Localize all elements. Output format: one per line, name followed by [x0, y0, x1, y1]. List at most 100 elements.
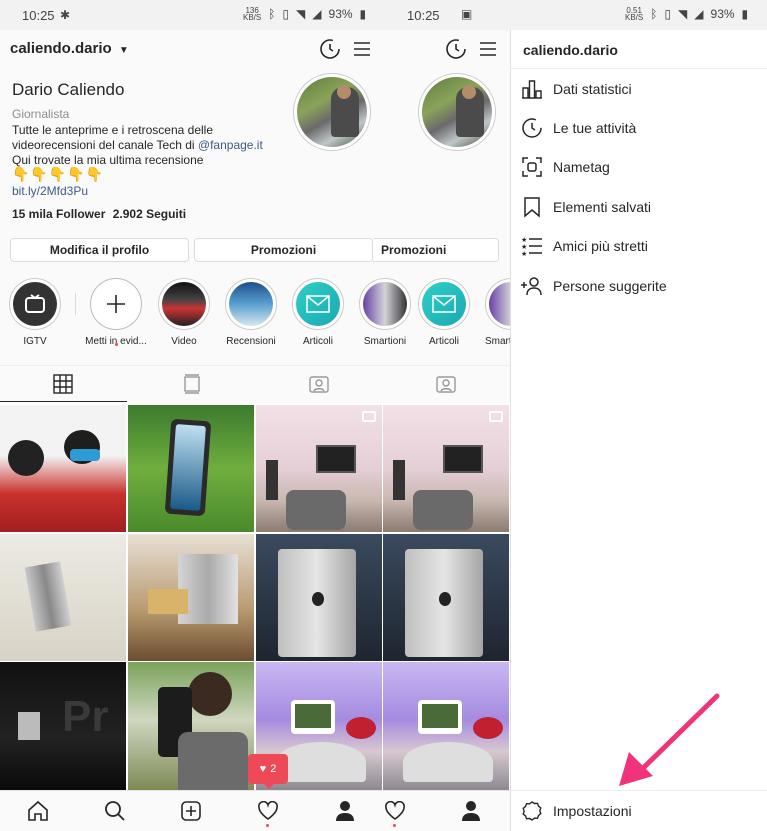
- highlight-video[interactable]: Video: [158, 278, 210, 347]
- bluetooth-icon: ᛒ: [268, 7, 276, 21]
- highlight-igtv[interactable]: IGTV: [9, 278, 61, 347]
- menu-item-saved[interactable]: Elementi salvati: [511, 188, 767, 226]
- highlight-label: Recensioni: [226, 336, 276, 347]
- search-icon[interactable]: [103, 800, 127, 822]
- drawer-title: caliendo.dario: [523, 42, 618, 58]
- profile-name: Dario Caliendo: [12, 80, 125, 99]
- highlight-label: IGTV: [23, 336, 47, 347]
- highlight-smartioni[interactable]: Smartioni: [359, 278, 411, 347]
- highlight-articoli[interactable]: Articoli: [418, 278, 470, 347]
- profile-category: Giornalista: [12, 107, 70, 121]
- battery-icon: ▮: [359, 7, 367, 21]
- divider: [511, 68, 767, 69]
- menu-item-label: Nametag: [553, 159, 610, 175]
- highlight-new[interactable]: Metti in evid...: [85, 278, 147, 347]
- menu-item-nametag[interactable]: Nametag: [511, 148, 767, 186]
- highlight-label: Articoli: [428, 336, 459, 347]
- post-thumbnail[interactable]: [383, 662, 509, 790]
- activity-notification[interactable]: ♥ 2: [248, 754, 288, 789]
- menu-icon[interactable]: [476, 37, 500, 61]
- gear-icon: [511, 800, 553, 822]
- menu-item-insights[interactable]: Dati statistici: [511, 70, 767, 108]
- profile-icon[interactable]: [333, 800, 357, 822]
- network-speed: 136 KB/S: [243, 6, 262, 22]
- divider: [511, 790, 767, 791]
- bar-chart-icon: [511, 79, 553, 99]
- tagged-icon[interactable]: [308, 374, 330, 394]
- new-post-icon[interactable]: [179, 800, 203, 822]
- highlight-label: Video: [171, 336, 197, 347]
- post-thumbnail[interactable]: [0, 534, 126, 661]
- mail-icon: [306, 295, 330, 313]
- menu-item-label: Impostazioni: [553, 803, 632, 819]
- divider: [75, 293, 76, 315]
- post-thumbnail[interactable]: [256, 405, 382, 532]
- activity-dot: [266, 824, 269, 827]
- highlight-label: Articoli: [302, 336, 333, 347]
- highlight-label: Smart: [485, 336, 510, 347]
- avatar[interactable]: [418, 73, 496, 151]
- post-thumbnail[interactable]: [256, 534, 382, 661]
- profile-icon[interactable]: [459, 800, 483, 822]
- history-icon[interactable]: [318, 37, 342, 61]
- menu-item-suggested[interactable]: Persone suggerite: [511, 267, 767, 305]
- menu-item-settings[interactable]: Impostazioni: [511, 792, 767, 830]
- profile-link[interactable]: bit.ly/2Mfd3Pu: [12, 184, 88, 198]
- grid-icon[interactable]: [52, 374, 74, 394]
- profile-tabs: [0, 365, 510, 403]
- notification-icon: ✱: [60, 8, 71, 22]
- tab-active-indicator: [0, 401, 127, 402]
- menu-item-label: Elementi salvati: [553, 199, 652, 215]
- status-time: 10:25: [407, 8, 440, 23]
- gallery-icon: ▣: [461, 7, 473, 21]
- activity-heart-icon[interactable]: [256, 800, 280, 822]
- post-thumbnail[interactable]: [128, 405, 254, 532]
- wifi-icon: ◥: [296, 7, 306, 21]
- vibrate-icon: ▯: [664, 7, 672, 21]
- username-label: caliendo.dario: [10, 40, 112, 57]
- side-drawer: caliendo.dario Dati statistici Le tue at…: [510, 30, 767, 831]
- igtv-tab-icon[interactable]: [181, 374, 203, 394]
- mention-link[interactable]: @fanpage.it: [198, 138, 263, 152]
- followers-count[interactable]: 15 mila Follower: [12, 207, 105, 221]
- status-bar-left: 10:25 ✱ 136 KB/S ᛒ ▯ ◥ ◢ 93% ▮: [0, 0, 383, 30]
- promotions-button[interactable]: Promozioni: [373, 238, 499, 262]
- post-thumbnail[interactable]: [0, 405, 126, 532]
- menu-item-close-friends[interactable]: ★ ★ ★ Amici più stretti: [511, 227, 767, 265]
- plus-icon: [107, 295, 125, 313]
- activity-heart-icon[interactable]: [383, 800, 407, 822]
- bio-text: videorecensioni del canale Tech di: [12, 138, 198, 152]
- activity-dot: [393, 824, 396, 827]
- heart-icon: ♥: [259, 763, 267, 775]
- add-person-icon: [511, 276, 553, 296]
- edit-profile-button[interactable]: Modifica il profilo: [10, 238, 189, 262]
- tagged-icon[interactable]: [435, 374, 457, 394]
- bio-emojis: 👇👇👇👇👇: [12, 166, 105, 182]
- username-switcher[interactable]: caliendo.dario ▼: [10, 40, 129, 57]
- promotions-button[interactable]: Promozioni: [194, 238, 373, 262]
- chevron-down-icon: ▼: [118, 45, 129, 56]
- menu-item-activity[interactable]: Le tue attività: [511, 109, 767, 147]
- post-thumbnail[interactable]: [128, 534, 254, 661]
- post-thumbnail[interactable]: [383, 405, 509, 532]
- post-thumbnail[interactable]: [128, 662, 254, 790]
- menu-icon[interactable]: [350, 37, 374, 61]
- video-icon: [362, 411, 376, 422]
- menu-item-label: Le tue attività: [553, 120, 637, 136]
- highlight-recensioni[interactable]: Recensioni: [225, 278, 277, 347]
- mail-icon: [432, 295, 456, 313]
- battery-icon: ▮: [741, 7, 749, 21]
- avatar[interactable]: [293, 73, 371, 151]
- highlight-articoli[interactable]: Articoli: [292, 278, 344, 347]
- following-count[interactable]: 2.902 Seguiti: [113, 207, 186, 221]
- home-icon[interactable]: [26, 800, 50, 822]
- menu-item-label: Dati statistici: [553, 81, 632, 97]
- post-thumbnail[interactable]: [383, 534, 509, 661]
- signal-icon: ◢: [694, 7, 704, 21]
- history-icon[interactable]: [444, 37, 468, 61]
- highlight-smart[interactable]: Smart: [485, 278, 510, 347]
- post-thumbnail[interactable]: Pr: [0, 662, 126, 790]
- bio-line: videorecensioni del canale Tech di @fanp…: [12, 138, 263, 152]
- pointer-arrow: [619, 693, 720, 786]
- vibrate-icon: ▯: [282, 7, 290, 21]
